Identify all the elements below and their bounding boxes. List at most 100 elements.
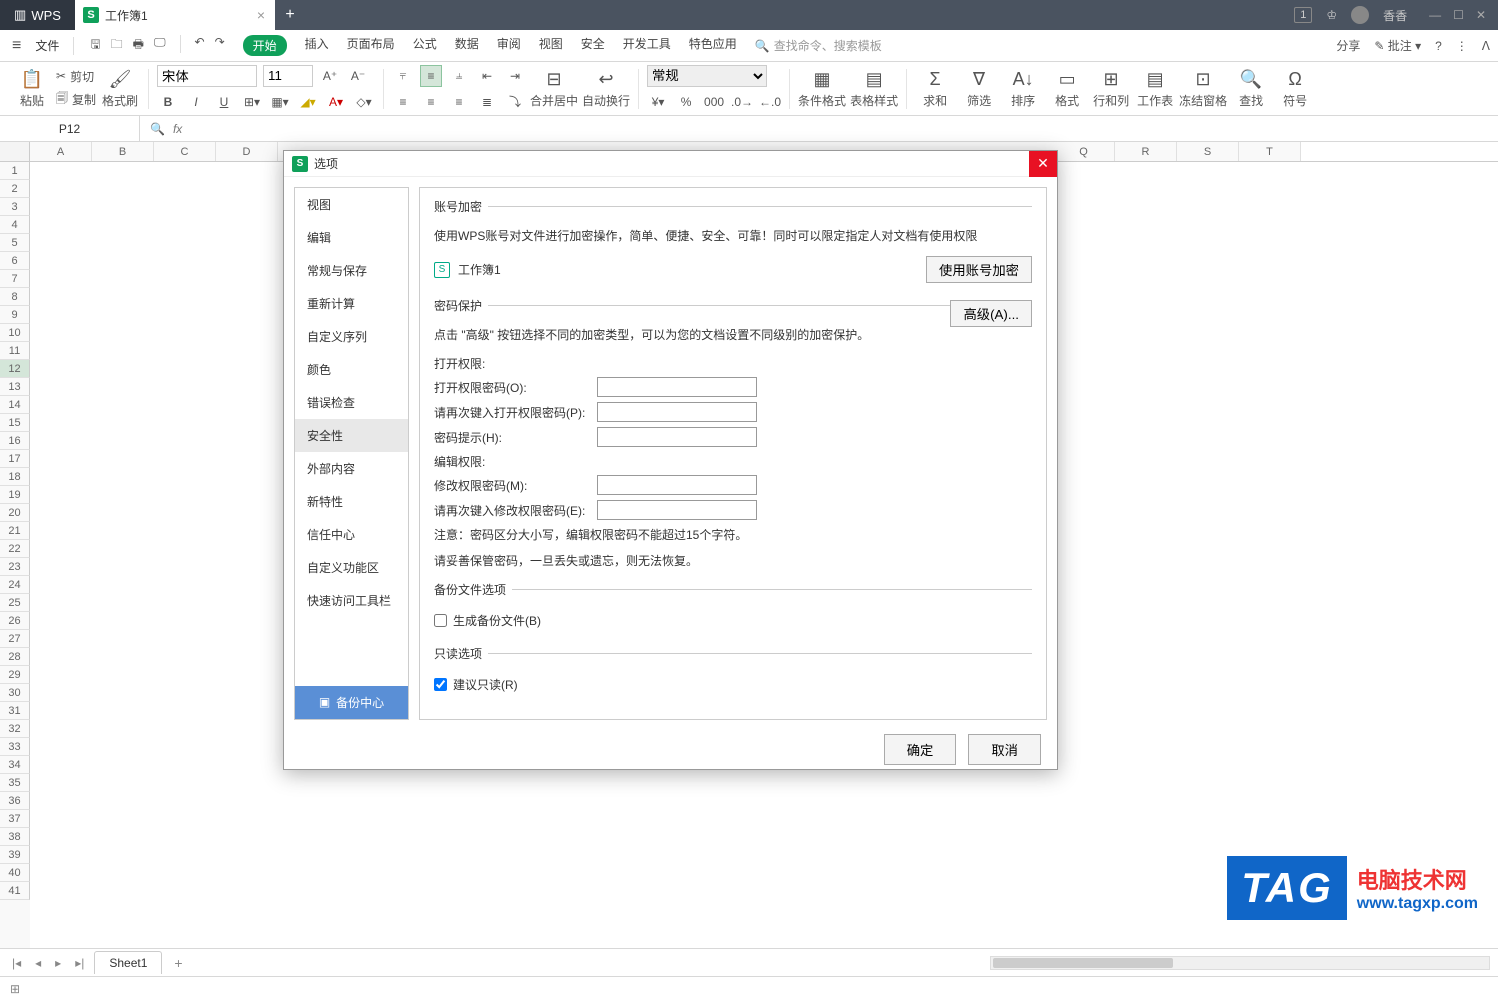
cell-style-button[interactable]: ▦▾ bbox=[269, 91, 291, 113]
copy-button[interactable]: 🗐复制 bbox=[56, 89, 96, 110]
increase-indent-icon[interactable]: ⇥ bbox=[504, 65, 526, 87]
sheet-tab[interactable]: Sheet1 bbox=[94, 951, 162, 974]
row-header[interactable]: 30 bbox=[0, 684, 30, 702]
orientation-icon[interactable]: ⤵ bbox=[504, 91, 526, 113]
row-header[interactable]: 38 bbox=[0, 828, 30, 846]
col-header[interactable]: A bbox=[30, 142, 92, 161]
row-header[interactable]: 31 bbox=[0, 702, 30, 720]
row-header[interactable]: 23 bbox=[0, 558, 30, 576]
row-header[interactable]: 35 bbox=[0, 774, 30, 792]
share-button[interactable]: 分享 bbox=[1336, 37, 1360, 54]
row-header[interactable]: 17 bbox=[0, 450, 30, 468]
help-icon[interactable]: ? bbox=[1435, 39, 1442, 53]
sidebar-item-view[interactable]: 视图 bbox=[295, 188, 408, 221]
row-header[interactable]: 36 bbox=[0, 792, 30, 810]
tab-page-layout[interactable]: 页面布局 bbox=[347, 35, 395, 56]
row-header[interactable]: 34 bbox=[0, 756, 30, 774]
comma-icon[interactable]: 000 bbox=[703, 91, 725, 113]
align-left-icon[interactable]: ≡ bbox=[392, 91, 414, 113]
row-header[interactable]: 3 bbox=[0, 198, 30, 216]
col-header[interactable]: S bbox=[1177, 142, 1239, 161]
sidebar-item-quick-access[interactable]: 快速访问工具栏 bbox=[295, 584, 408, 617]
clear-format-button[interactable]: ◇▾ bbox=[353, 91, 375, 113]
row-header[interactable]: 11 bbox=[0, 342, 30, 360]
percent-icon[interactable]: % bbox=[675, 91, 697, 113]
bold-button[interactable]: B bbox=[157, 91, 179, 113]
close-tab-icon[interactable]: × bbox=[257, 7, 265, 23]
sidebar-item-custom-ribbon[interactable]: 自定义功能区 bbox=[295, 551, 408, 584]
row-header[interactable]: 39 bbox=[0, 846, 30, 864]
sort-button[interactable]: A↓排序 bbox=[1003, 65, 1043, 113]
row-header[interactable]: 41 bbox=[0, 882, 30, 900]
dialog-close-button[interactable]: ✕ bbox=[1029, 151, 1057, 177]
tab-formula[interactable]: 公式 bbox=[413, 35, 437, 56]
tab-dev-tools[interactable]: 开发工具 bbox=[623, 35, 671, 56]
status-icon[interactable]: ⊞ bbox=[10, 982, 20, 996]
backup-center-button[interactable]: ▣ 备份中心 bbox=[295, 686, 408, 719]
file-menu[interactable]: 文件 bbox=[29, 37, 65, 54]
row-header[interactable]: 20 bbox=[0, 504, 30, 522]
avatar-icon[interactable] bbox=[1351, 6, 1369, 24]
row-header[interactable]: 28 bbox=[0, 648, 30, 666]
format-button[interactable]: ▭格式 bbox=[1047, 65, 1087, 113]
collapse-ribbon-icon[interactable]: ᐱ bbox=[1482, 39, 1490, 53]
wps-logo[interactable]: ▥ WPS bbox=[0, 0, 75, 30]
row-header[interactable]: 16 bbox=[0, 432, 30, 450]
align-bottom-icon[interactable]: ⫨ bbox=[448, 65, 470, 87]
cancel-button[interactable]: 取消 bbox=[968, 734, 1041, 765]
redo-icon[interactable]: ↷ bbox=[215, 35, 225, 56]
command-search[interactable]: 🔍 查找命令、搜索模板 bbox=[755, 37, 882, 54]
row-header[interactable]: 9 bbox=[0, 306, 30, 324]
row-header[interactable]: 40 bbox=[0, 864, 30, 882]
ok-button[interactable]: 确定 bbox=[884, 734, 957, 765]
row-header[interactable]: 1 bbox=[0, 162, 30, 180]
sidebar-item-new-feature[interactable]: 新特性 bbox=[295, 485, 408, 518]
vip-icon[interactable]: ♔ bbox=[1326, 8, 1337, 22]
find-button[interactable]: 🔍查找 bbox=[1231, 65, 1271, 113]
currency-icon[interactable]: ¥▾ bbox=[647, 91, 669, 113]
zoom-icon[interactable]: 🔍 bbox=[150, 122, 165, 136]
sidebar-item-external[interactable]: 外部内容 bbox=[295, 452, 408, 485]
sheet-nav-next-icon[interactable]: ▸ bbox=[51, 956, 65, 970]
number-format-select[interactable]: 常规 bbox=[647, 65, 767, 87]
row-header[interactable]: 25 bbox=[0, 594, 30, 612]
tab-special[interactable]: 特色应用 bbox=[689, 35, 737, 56]
use-account-encrypt-button[interactable]: 使用账号加密 bbox=[926, 256, 1032, 283]
edit-password-confirm-input[interactable] bbox=[597, 500, 757, 520]
row-header[interactable]: 12 bbox=[0, 360, 30, 378]
row-header[interactable]: 33 bbox=[0, 738, 30, 756]
edit-password-input[interactable] bbox=[597, 475, 757, 495]
row-header[interactable]: 27 bbox=[0, 630, 30, 648]
col-header[interactable]: R bbox=[1115, 142, 1177, 161]
row-header[interactable]: 7 bbox=[0, 270, 30, 288]
filter-button[interactable]: ∇筛选 bbox=[959, 65, 999, 113]
wrap-text-button[interactable]: ↩自动换行 bbox=[582, 65, 630, 113]
row-header[interactable]: 26 bbox=[0, 612, 30, 630]
col-header[interactable]: C bbox=[154, 142, 216, 161]
maximize-icon[interactable]: ☐ bbox=[1453, 8, 1464, 22]
more-icon[interactable]: ⋮ bbox=[1456, 39, 1468, 53]
fx-icon[interactable]: fx bbox=[173, 122, 182, 136]
italic-button[interactable]: I bbox=[185, 91, 207, 113]
open-password-confirm-input[interactable] bbox=[597, 402, 757, 422]
row-header[interactable]: 6 bbox=[0, 252, 30, 270]
sidebar-item-custom-list[interactable]: 自定义序列 bbox=[295, 320, 408, 353]
row-header[interactable]: 15 bbox=[0, 414, 30, 432]
close-window-icon[interactable]: ✕ bbox=[1476, 8, 1486, 22]
sidebar-item-general[interactable]: 常规与保存 bbox=[295, 254, 408, 287]
row-header[interactable]: 22 bbox=[0, 540, 30, 558]
advanced-button[interactable]: 高级(A)... bbox=[950, 300, 1032, 327]
print-preview-icon[interactable]: 🖵 bbox=[154, 35, 166, 56]
decrease-font-icon[interactable]: A⁻ bbox=[347, 65, 369, 87]
row-header[interactable]: 18 bbox=[0, 468, 30, 486]
col-header[interactable]: B bbox=[92, 142, 154, 161]
increase-font-icon[interactable]: A⁺ bbox=[319, 65, 341, 87]
row-header[interactable]: 32 bbox=[0, 720, 30, 738]
tab-review[interactable]: 审阅 bbox=[497, 35, 521, 56]
cut-button[interactable]: ✂剪切 bbox=[56, 68, 96, 85]
underline-button[interactable]: U bbox=[213, 91, 235, 113]
select-all-corner[interactable] bbox=[0, 142, 30, 161]
fill-color-button[interactable]: ◢▾ bbox=[297, 91, 319, 113]
save-icon[interactable]: 🖫 bbox=[90, 35, 100, 56]
sheet-nav-first-icon[interactable]: |◂ bbox=[8, 956, 25, 970]
